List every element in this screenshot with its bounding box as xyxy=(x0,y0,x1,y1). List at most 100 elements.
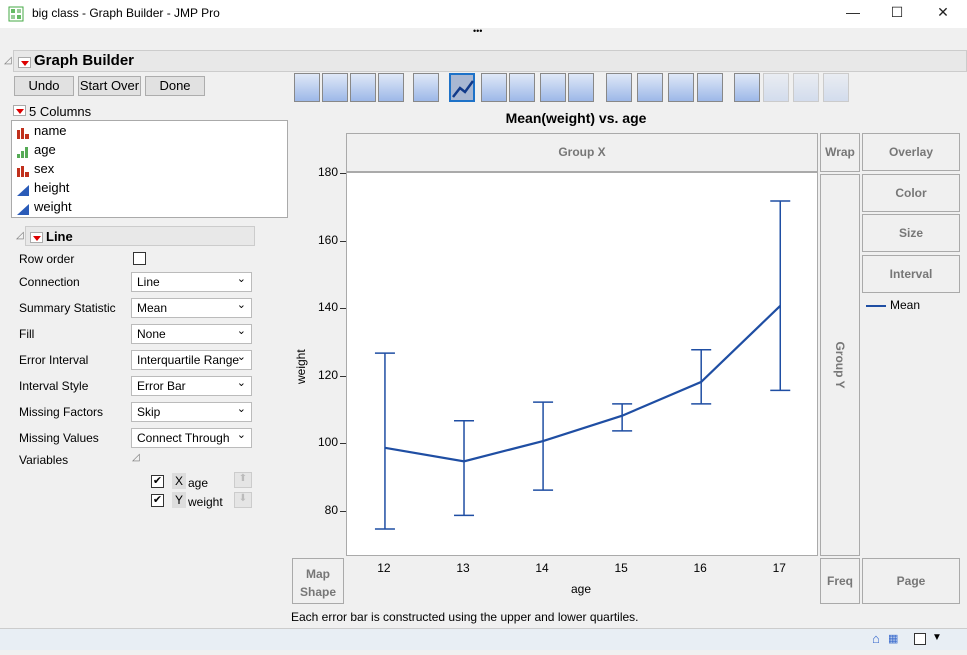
variable-checkbox[interactable]: ✔ xyxy=(151,475,164,488)
more-menu[interactable]: ••• xyxy=(473,26,482,36)
done-button[interactable]: Done xyxy=(145,76,205,96)
formula-element-icon[interactable] xyxy=(763,73,789,102)
chart-title: Mean(weight) vs. age xyxy=(505,110,647,126)
close-button[interactable]: ✕ xyxy=(928,4,958,21)
y-tick-mark xyxy=(340,375,346,377)
graph-builder-header: Graph Builder xyxy=(13,50,967,72)
status-bar: ⌂ ▦ ▼ xyxy=(0,628,967,650)
move-up-button[interactable]: ⬆ xyxy=(234,472,252,488)
row-order-checkbox[interactable] xyxy=(133,252,146,265)
x-tick-label: 13 xyxy=(456,561,470,575)
red-triangle-menu-icon[interactable] xyxy=(30,232,43,244)
jmp-app-icon xyxy=(8,6,24,22)
option-select[interactable]: Connect Through xyxy=(131,428,252,448)
contour-element-icon[interactable] xyxy=(413,73,439,102)
option-label: Missing Values xyxy=(19,431,99,445)
x-tick-label: 17 xyxy=(772,561,786,575)
column-name: weight xyxy=(34,199,72,214)
y-tick-label: 100 xyxy=(317,435,338,450)
freq-zone[interactable]: Freq xyxy=(820,558,860,604)
y-tick-mark xyxy=(340,173,346,174)
column-name: name xyxy=(34,123,67,138)
maximize-button[interactable]: ☐ xyxy=(882,4,912,21)
wrap-zone[interactable]: Wrap xyxy=(820,133,860,172)
columns-menu-icon[interactable] xyxy=(13,105,26,117)
start-over-button[interactable]: Start Over xyxy=(78,76,141,96)
histogram-element-icon[interactable] xyxy=(568,73,594,102)
option-label: Missing Factors xyxy=(19,405,104,419)
x-tick-label: 14 xyxy=(535,561,549,575)
window-title: big class - Graph Builder - JMP Pro xyxy=(32,6,220,20)
legend-label[interactable]: Mean xyxy=(890,298,920,312)
treemap-element-icon[interactable] xyxy=(668,73,694,102)
column-item-sex[interactable]: sex xyxy=(12,159,287,178)
parallel-element-icon[interactable] xyxy=(823,73,849,102)
undo-button[interactable]: Undo xyxy=(14,76,74,96)
variables-label: Variables xyxy=(19,453,69,467)
area-element-icon[interactable] xyxy=(509,73,535,102)
variable-name: age xyxy=(188,476,209,490)
option-select[interactable]: None xyxy=(131,324,252,344)
page-zone[interactable]: Page xyxy=(862,558,960,604)
option-select[interactable]: Line xyxy=(131,272,252,292)
column-item-name[interactable]: name xyxy=(12,121,287,140)
overlay-zone[interactable]: Overlay xyxy=(862,133,960,171)
panel-title: Graph Builder xyxy=(34,52,135,69)
bar-element-icon[interactable] xyxy=(481,73,507,102)
line-of-fit-element-icon[interactable] xyxy=(350,73,376,102)
mosaic-element-icon[interactable] xyxy=(697,73,723,102)
columns-header: 5 Columns xyxy=(29,104,92,119)
map-shape-zone[interactable]: Map Shape xyxy=(292,558,344,604)
window-list-icon[interactable] xyxy=(914,633,926,645)
dropdown-icon[interactable]: ▼ xyxy=(932,632,942,643)
group-y-zone[interactable]: Group Y xyxy=(820,174,860,556)
x-axis-label[interactable]: age xyxy=(560,582,602,596)
caption-box-element-icon[interactable] xyxy=(734,73,760,102)
y-tick-mark xyxy=(340,443,346,445)
column-item-age[interactable]: age xyxy=(12,140,287,159)
column-list[interactable]: name age sex height weight xyxy=(11,120,288,218)
table-icon[interactable]: ▦ xyxy=(888,632,898,645)
option-label: Fill xyxy=(19,327,35,341)
nominal-type-icon xyxy=(17,125,29,139)
option-label: Summary Statistic xyxy=(19,301,116,315)
option-select[interactable]: Error Bar xyxy=(131,376,252,396)
column-item-height[interactable]: height xyxy=(12,178,287,197)
points-element-icon[interactable] xyxy=(294,73,320,102)
box-plot-element-icon[interactable] xyxy=(540,73,566,102)
column-item-weight[interactable]: weight xyxy=(12,197,287,216)
smoother-element-icon[interactable] xyxy=(322,73,348,102)
minimize-button[interactable]: — xyxy=(838,4,868,20)
map-shapes-element-icon[interactable] xyxy=(793,73,819,102)
y-tick-mark xyxy=(340,511,346,513)
line-panel-title: Line xyxy=(46,229,73,244)
line-chart xyxy=(374,200,791,530)
red-triangle-menu-icon[interactable] xyxy=(18,57,31,69)
x-tick-label: 15 xyxy=(614,561,628,575)
pie-element-icon[interactable] xyxy=(637,73,663,102)
legend-line-swatch xyxy=(866,305,886,307)
ellipse-element-icon[interactable] xyxy=(378,73,404,102)
role-badge: Y xyxy=(172,492,187,508)
home-icon[interactable]: ⌂ xyxy=(872,631,880,646)
group-x-zone[interactable]: Group X xyxy=(346,133,818,172)
move-down-button[interactable]: ⬇ xyxy=(234,492,252,508)
option-select[interactable]: Skip xyxy=(131,402,252,422)
footnote: Each error bar is constructed using the … xyxy=(291,610,639,624)
group-y-label: Group Y xyxy=(833,341,847,389)
disclosure-icon[interactable]: ◿ xyxy=(16,230,24,241)
color-zone[interactable]: Color xyxy=(862,174,960,212)
plot-area[interactable] xyxy=(346,172,818,556)
line-panel-header: Line xyxy=(25,226,255,246)
size-zone[interactable]: Size xyxy=(862,214,960,252)
variable-checkbox[interactable]: ✔ xyxy=(151,494,164,507)
option-select[interactable]: Interquartile Range xyxy=(131,350,252,370)
row-order-label: Row order xyxy=(19,252,75,266)
option-select[interactable]: Mean xyxy=(131,298,252,318)
interval-zone[interactable]: Interval xyxy=(862,255,960,293)
y-tick-mark xyxy=(340,308,346,310)
disclosure-icon[interactable]: ◿ xyxy=(4,55,12,66)
y-tick-mark xyxy=(340,240,346,242)
heatmap-element-icon[interactable] xyxy=(606,73,632,102)
disclosure-icon[interactable]: ◿ xyxy=(132,452,140,463)
